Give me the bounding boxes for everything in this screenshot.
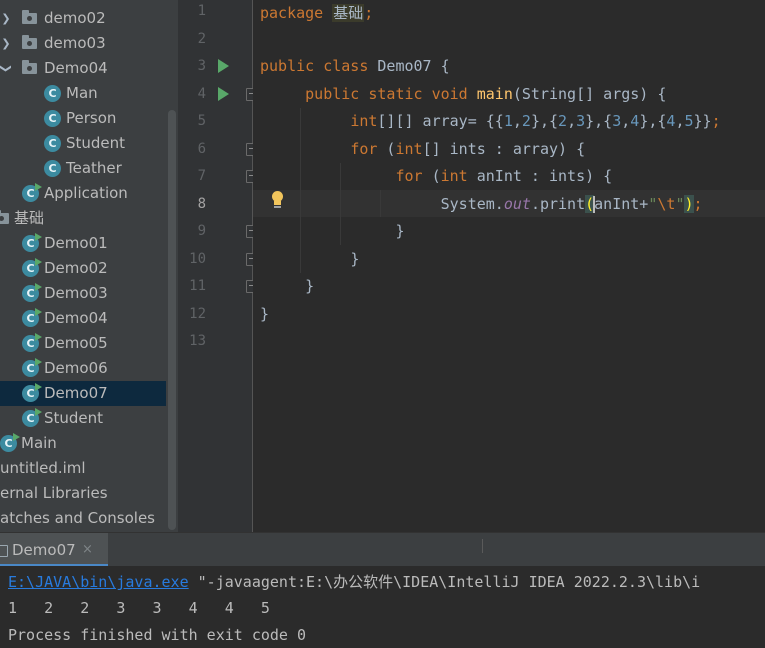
line-number: 3 [197, 58, 206, 74]
line-number: 10 [189, 251, 206, 267]
runnable-class-icon: C [22, 233, 42, 252]
tree-item-main[interactable]: C Main [0, 431, 178, 456]
line-number: 6 [197, 141, 206, 157]
runnable-class-icon: C [22, 358, 42, 377]
line-number-current: 8 [197, 196, 206, 212]
code-line-9: } [395, 222, 405, 240]
runnable-class-icon: C [22, 308, 42, 327]
class-icon: C [44, 135, 61, 152]
runnable-class-icon: C [0, 433, 20, 452]
line-number: 2 [197, 31, 206, 47]
run-main-icon[interactable] [218, 87, 229, 101]
class-icon: C [44, 110, 61, 127]
runnable-class-icon: C [22, 383, 42, 402]
runnable-class-icon: C [22, 333, 42, 352]
java-exe-link[interactable]: E:\JAVA\bin\java.exe [8, 573, 189, 591]
code-line-12: } [260, 305, 270, 323]
line-number: 13 [189, 333, 206, 349]
code-line-10: } [350, 250, 360, 268]
tree-item-demo01[interactable]: C Demo01 [0, 231, 178, 256]
code-line-3: public class Demo07 { [260, 57, 450, 75]
tree-item-demo02-class[interactable]: C Demo02 [0, 256, 178, 281]
tree-item-person[interactable]: C Person [0, 106, 178, 131]
tree-item-student-class[interactable]: C Student [0, 131, 178, 156]
runnable-class-icon: C [22, 408, 42, 427]
tree-item-demo03[interactable]: ❯ demo03 [0, 31, 178, 56]
code-editor[interactable]: package 基础; public class Demo07 { public… [253, 0, 765, 532]
chevron-right-icon[interactable]: ❯ [0, 6, 12, 31]
tree-scrollbar-thumb[interactable] [168, 110, 176, 530]
chevron-right-icon[interactable]: ❯ [0, 31, 12, 56]
console-output-line: 1 2 2 3 3 4 4 5 [8, 599, 270, 617]
line-number: 7 [197, 168, 206, 184]
tree-item-iml-file[interactable]: untitled.iml [0, 456, 178, 481]
runnable-class-icon: C [22, 258, 42, 277]
line-number: 9 [197, 223, 206, 239]
project-tree: ❯ demo02 ❯ demo03 ❯ Demo04 C Man C Perso… [0, 0, 178, 532]
tree-item-demo03-class[interactable]: C Demo03 [0, 281, 178, 306]
run-tab-label: Demo07 [12, 541, 76, 559]
console-command-line: E:\JAVA\bin\java.exe "-javaagent:E:\办公软件… [8, 573, 701, 591]
tree-item-application[interactable]: C Application [0, 181, 178, 206]
indent-guide [300, 108, 301, 273]
runnable-class-icon: C [22, 183, 42, 202]
code-line-11: } [305, 277, 315, 295]
code-line-1: package 基础; [260, 4, 374, 22]
tree-item-external-libraries[interactable]: ernal Libraries [0, 481, 178, 506]
run-tool-window-header: Demo07 × [0, 532, 765, 567]
class-icon: C [44, 85, 61, 102]
package-folder-icon [22, 60, 37, 74]
tree-item-demo02[interactable]: ❯ demo02 [0, 6, 178, 31]
line-number: 4 [197, 86, 206, 102]
tree-item-man[interactable]: C Man [0, 81, 178, 106]
tree-item-scratches-consoles[interactable]: atches and Consoles [0, 506, 178, 531]
code-line-7: for (int anInt : ints) { [395, 167, 613, 185]
line-number: 12 [189, 306, 206, 322]
tree-item-demo04-package[interactable]: ❯ Demo04 [0, 56, 178, 81]
line-number: 5 [197, 113, 206, 129]
chevron-down-icon[interactable]: ❯ [0, 63, 19, 75]
line-number: 11 [189, 278, 206, 294]
run-class-icon[interactable] [218, 59, 229, 73]
tree-item-teather[interactable]: C Teather [0, 156, 178, 181]
runnable-class-icon: C [22, 283, 42, 302]
lightbulb-icon[interactable] [270, 191, 285, 210]
code-line-5: int[][] array= {{1,2},{2,3},{3,4},{4,5}}… [350, 112, 721, 130]
code-line-6: for (int[] ints : array) { [350, 140, 586, 158]
run-console[interactable]: E:\JAVA\bin\java.exe "-javaagent:E:\办公软件… [0, 566, 765, 648]
tree-item-demo06[interactable]: C Demo06 [0, 356, 178, 381]
code-line-8: System.out.print(anInt+"\t"); [440, 195, 703, 213]
panel-divider[interactable] [482, 539, 483, 553]
line-number: 1 [197, 3, 206, 19]
tree-item-demo05[interactable]: C Demo05 [0, 331, 178, 356]
code-line-4: public static void main(String[] args) { [305, 85, 667, 103]
class-icon: C [44, 160, 61, 177]
console-exit-message: Process finished with exit code 0 [8, 626, 307, 644]
package-folder-icon [22, 35, 37, 49]
package-folder-icon [22, 10, 37, 24]
tree-item-student-runnable[interactable]: C Student [0, 406, 178, 431]
tree-item-jichu-package[interactable]: 基础 [0, 206, 178, 231]
close-icon[interactable]: × [82, 533, 93, 567]
run-tab-demo07[interactable]: Demo07 × [0, 533, 108, 567]
console-tab-icon [0, 545, 8, 557]
tree-item-demo04-class[interactable]: C Demo04 [0, 306, 178, 331]
tree-item-demo07-selected[interactable]: C Demo07 [0, 381, 178, 406]
package-folder-icon [0, 210, 9, 224]
